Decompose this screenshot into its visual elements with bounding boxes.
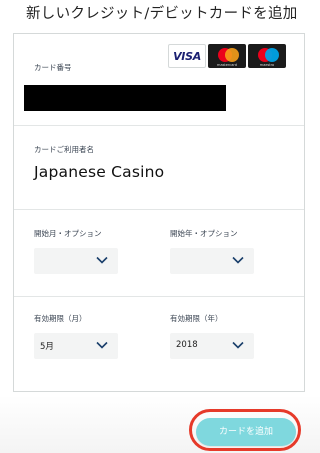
cardholder-name-input[interactable]: Japanese Casino [34,163,164,181]
mastercard-logo-icon: mastercard [208,44,246,68]
maestro-blue-circle [265,48,279,62]
card-number-section: VISA mastercard maestro カード番号 [14,34,304,126]
chevron-down-icon [96,341,108,349]
mastercard-caption: mastercard [217,63,237,67]
start-month-label: 開始月・オプション [34,229,102,238]
chevron-down-icon [232,341,244,349]
mastercard-yellow-circle [225,48,239,62]
cardholder-section: カードご利用者名 Japanese Casino [14,126,304,210]
card-brand-logos: VISA mastercard maestro [168,44,286,68]
maestro-caption: maestro [259,63,275,67]
start-year-label: 開始年・オプション [170,229,238,238]
start-date-section: 開始月・オプション 開始年・オプション [14,210,304,297]
chevron-down-icon [232,256,244,264]
start-month-select[interactable] [34,248,118,274]
chevron-down-icon [96,256,108,264]
visa-logo-text: VISA [173,50,201,63]
card-number-label: カード番号 [34,63,72,72]
expiry-section: 有効期限（月） 5月 有効期限（年） 2018 [14,297,304,391]
visa-logo-icon: VISA [168,44,206,68]
expiry-year-value: 2018 [176,340,198,350]
expiry-month-label: 有効期限（月） [34,314,87,323]
expiry-year-select[interactable]: 2018 [170,333,254,359]
card-number-input[interactable] [24,85,226,111]
page-title: 新しいクレジット/デビットカードを追加 [26,6,298,22]
start-year-select[interactable] [170,248,254,274]
expiry-month-value: 5月 [40,342,54,352]
cardholder-label: カードご利用者名 [34,145,94,154]
expiry-month-select[interactable]: 5月 [34,333,118,359]
add-card-button[interactable]: カードを追加 [196,418,296,446]
expiry-year-label: 有効期限（年） [170,314,223,323]
maestro-logo-icon: maestro [248,44,286,68]
add-card-form: VISA mastercard maestro カード番号 カードご利用者名 J… [13,33,305,392]
